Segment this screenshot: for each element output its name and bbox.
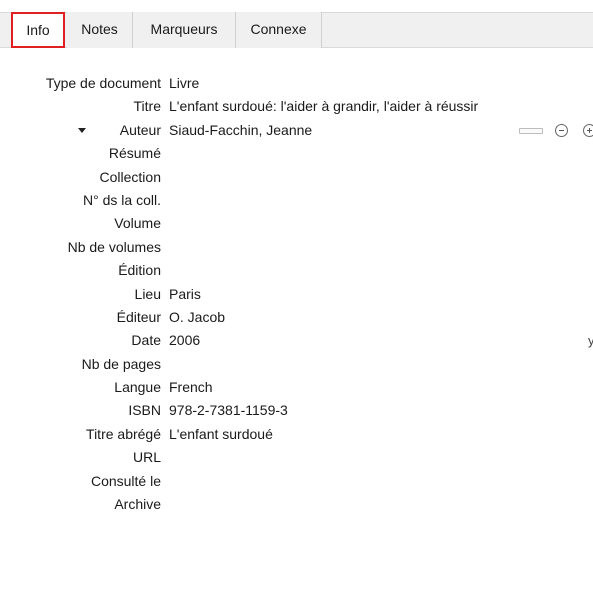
item-tab-bar: Info Notes Marqueurs Connexe — [0, 0, 593, 48]
item-pane: Info Notes Marqueurs Connexe Type de doc… — [0, 0, 593, 595]
author-field[interactable]: Siaud-Facchin, Jeanne — [169, 119, 312, 142]
field-label-num-pages: Nb de pages — [81, 355, 161, 372]
switch-icon[interactable] — [519, 127, 543, 134]
field-row-series: Collection — [0, 166, 593, 189]
field-row-series-number: N° ds la coll. — [0, 189, 593, 212]
tab-marqueurs[interactable]: Marqueurs — [133, 12, 236, 48]
field-label-url: URL — [132, 449, 161, 466]
field-label-abstract: Résumé — [108, 145, 161, 162]
field-row-volume: Volume — [0, 212, 593, 235]
field-row-url: URL — [0, 446, 593, 469]
field-label-author[interactable]: Auteur — [120, 119, 161, 142]
field-row-edition: Édition — [0, 259, 593, 282]
field-label-publisher: Éditeur — [116, 308, 161, 325]
title-field[interactable]: L'enfant surdoué: l'aider à grandir, l'a… — [169, 95, 478, 118]
field-row-date: Date 2006 y — [0, 329, 593, 352]
field-label-title: Titre — [133, 98, 161, 115]
field-row-item-type: Type de document Livre — [0, 72, 593, 95]
field-label-archive: Archive — [114, 496, 161, 513]
field-label-edition: Édition — [118, 262, 161, 279]
field-label-short-title: Titre abrégé — [86, 425, 161, 442]
isbn-field[interactable]: 978-2-7381-1159-3 — [169, 399, 288, 422]
field-label-item-type: Type de document — [45, 75, 161, 91]
field-row-language: Langue French — [0, 376, 593, 399]
date-format-indicator: y — [588, 333, 593, 349]
field-label-series: Collection — [99, 168, 161, 185]
plus-circle-icon[interactable] — [583, 123, 593, 137]
field-row-author: Auteur Siaud-Facchin, Jeanne — [0, 119, 593, 142]
field-label-volume: Volume — [114, 215, 161, 232]
field-row-short-title: Titre abrégé L'enfant surdoué — [0, 423, 593, 446]
field-label-date: Date — [131, 332, 161, 349]
field-row-title: Titre L'enfant surdoué: l'aider à grandi… — [0, 95, 593, 118]
field-label-accessed: Consulté le — [90, 472, 161, 489]
minus-circle-icon[interactable] — [555, 123, 568, 137]
info-fields: Type de document Livre Titre L'enfant su… — [0, 72, 593, 516]
field-row-isbn: ISBN 978-2-7381-1159-3 — [0, 399, 593, 422]
chevron-down-icon[interactable] — [78, 127, 86, 133]
language-field[interactable]: French — [169, 376, 213, 399]
field-label-place: Lieu — [134, 285, 161, 302]
field-row-publisher: Éditeur O. Jacob — [0, 306, 593, 329]
date-field[interactable]: 2006 — [169, 329, 200, 352]
item-type-select[interactable]: Livre — [169, 72, 199, 95]
tab-info[interactable]: Info — [11, 12, 65, 48]
field-row-accessed: Consulté le — [0, 470, 593, 493]
field-label-num-volumes: Nb de volumes — [67, 238, 161, 255]
tab-connexe[interactable]: Connexe — [236, 12, 322, 48]
tab-notes[interactable]: Notes — [67, 12, 133, 48]
field-row-abstract: Résumé — [0, 142, 593, 165]
field-row-archive: Archive — [0, 493, 593, 516]
publisher-field[interactable]: O. Jacob — [169, 306, 225, 329]
field-row-num-volumes: Nb de volumes — [0, 236, 593, 259]
field-row-place: Lieu Paris — [0, 283, 593, 306]
field-label-series-number: N° ds la coll. — [83, 191, 161, 208]
field-label-language: Langue — [114, 379, 161, 396]
field-row-num-pages: Nb de pages — [0, 353, 593, 376]
short-title-field[interactable]: L'enfant surdoué — [169, 423, 273, 446]
field-label-isbn: ISBN — [128, 402, 161, 419]
place-field[interactable]: Paris — [169, 283, 201, 306]
